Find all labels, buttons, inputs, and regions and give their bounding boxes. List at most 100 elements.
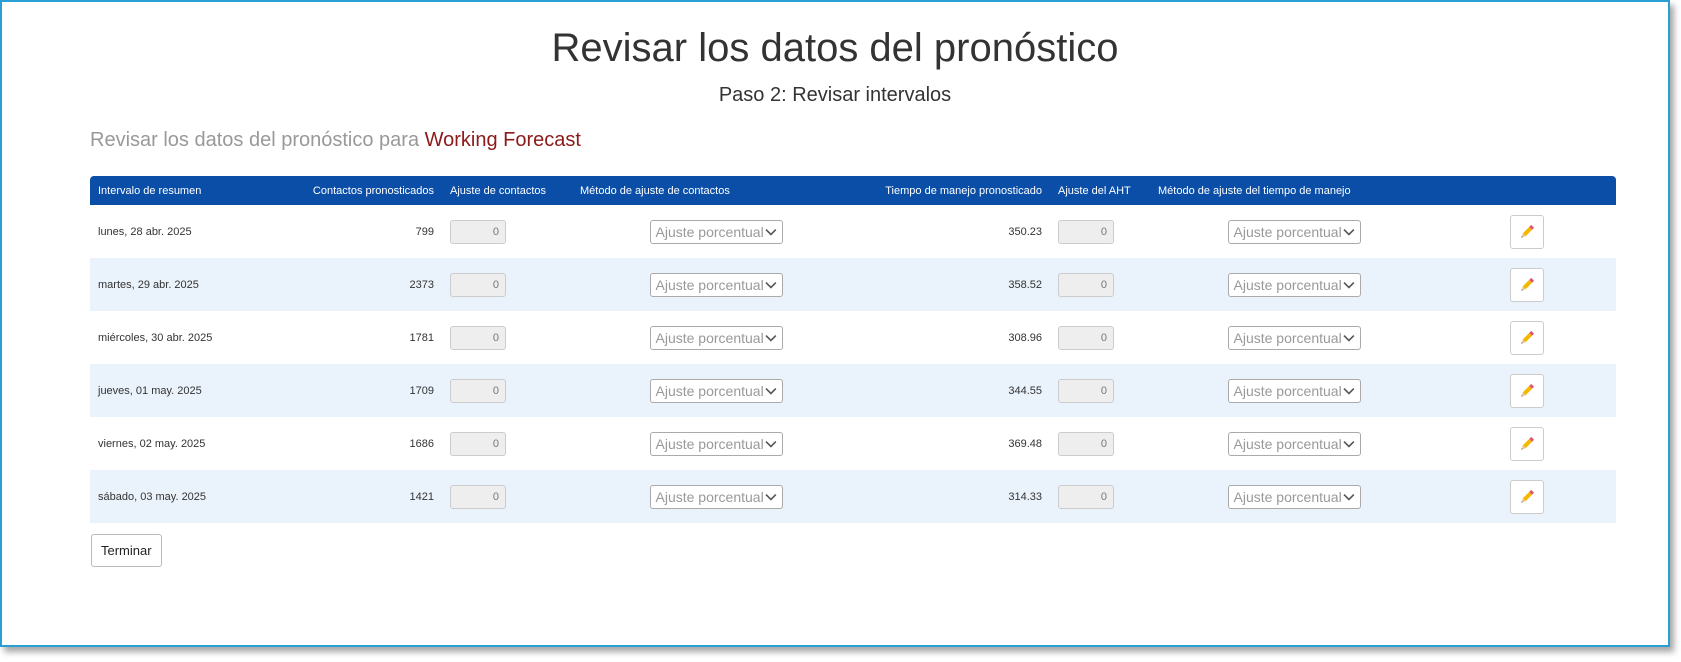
- aht-adjustment-method-select[interactable]: Ajuste porcentual: [1227, 272, 1361, 297]
- contact-adjustment-method-select[interactable]: Ajuste porcentual: [649, 325, 783, 350]
- aht-adjustment-method-select[interactable]: Ajuste porcentual: [1227, 219, 1361, 244]
- contact-adjustment-input[interactable]: [450, 325, 506, 350]
- page-title: Revisar los datos del pronóstico: [551, 26, 1119, 70]
- edit-row-button[interactable]: [1510, 320, 1544, 355]
- contact-adjustment-cell: [442, 258, 572, 311]
- contact-adjustment-method-select[interactable]: Ajuste porcentual: [649, 219, 783, 244]
- forecast-handle-time-cell: 314.33: [860, 470, 1050, 523]
- edit-row-button[interactable]: [1510, 214, 1544, 249]
- contact-adjustment-method-value: Ajuste porcentual: [655, 488, 764, 505]
- table-row: martes, 29 abr. 2025 2373 Ajuste porcent…: [90, 258, 1616, 311]
- aht-adjustment-method-select[interactable]: Ajuste porcentual: [1227, 325, 1361, 350]
- pencil-icon: [1521, 224, 1535, 238]
- contact-adjustment-method-select[interactable]: Ajuste porcentual: [649, 378, 783, 403]
- forecast-contacts-cell: 2373: [298, 258, 442, 311]
- column-header-aht-adjustment-method: Método de ajuste del tiempo de manejo: [1150, 176, 1438, 205]
- edit-row-button[interactable]: [1510, 373, 1544, 408]
- forecast-contacts-cell: 1421: [298, 470, 442, 523]
- chevron-down-icon: [1343, 228, 1355, 236]
- chevron-down-icon: [765, 281, 777, 289]
- aht-method-cell: Ajuste porcentual: [1150, 205, 1438, 258]
- aht-adjustment-input[interactable]: [1058, 325, 1114, 350]
- contact-adjustment-cell: [442, 364, 572, 417]
- aht-adjustment-method-value: Ajuste porcentual: [1233, 382, 1342, 399]
- aht-adjustment-method-value: Ajuste porcentual: [1233, 276, 1342, 293]
- aht-adjustment-method-value: Ajuste porcentual: [1233, 329, 1342, 346]
- column-header-forecast-handle-time: Tiempo de manejo pronosticado: [860, 176, 1050, 205]
- aht-method-cell: Ajuste porcentual: [1150, 258, 1438, 311]
- aht-adjustment-cell: [1050, 311, 1150, 364]
- aht-adjustment-method-select[interactable]: Ajuste porcentual: [1227, 431, 1361, 456]
- aht-adjustment-input[interactable]: [1058, 219, 1114, 244]
- review-heading: Revisar los datos del pronóstico para Wo…: [90, 129, 581, 152]
- interval-cell: jueves, 01 may. 2025: [90, 364, 298, 417]
- column-header-actions: [1438, 176, 1616, 205]
- column-header-aht-adjustment: Ajuste del AHT: [1050, 176, 1150, 205]
- contact-adjustment-method-value: Ajuste porcentual: [655, 435, 764, 452]
- forecast-contacts-cell: 1709: [298, 364, 442, 417]
- contact-adjustment-cell: [442, 311, 572, 364]
- aht-adjustment-method-value: Ajuste porcentual: [1233, 223, 1342, 240]
- chevron-down-icon: [765, 228, 777, 236]
- aht-adjustment-method-select[interactable]: Ajuste porcentual: [1227, 484, 1361, 509]
- table-row: lunes, 28 abr. 2025 799 Ajuste porcentua…: [90, 205, 1616, 258]
- row-actions-cell: [1438, 205, 1616, 258]
- table-row: sábado, 03 may. 2025 1421 Ajuste porcent…: [90, 470, 1616, 523]
- aht-method-cell: Ajuste porcentual: [1150, 364, 1438, 417]
- aht-adjustment-input[interactable]: [1058, 272, 1114, 297]
- finish-button[interactable]: Terminar: [91, 534, 162, 567]
- contact-adjustment-input[interactable]: [450, 378, 506, 403]
- chevron-down-icon: [765, 334, 777, 342]
- aht-method-cell: Ajuste porcentual: [1150, 311, 1438, 364]
- aht-adjustment-cell: [1050, 470, 1150, 523]
- chevron-down-icon: [1343, 281, 1355, 289]
- column-header-contact-adjustment-method: Método de ajuste de contactos: [572, 176, 860, 205]
- contact-adjustment-method-value: Ajuste porcentual: [655, 329, 764, 346]
- aht-method-cell: Ajuste porcentual: [1150, 417, 1438, 470]
- contact-adjustment-method-select[interactable]: Ajuste porcentual: [649, 272, 783, 297]
- edit-row-button[interactable]: [1510, 426, 1544, 461]
- chevron-down-icon: [1343, 493, 1355, 501]
- table-row: viernes, 02 may. 2025 1686 Ajuste porcen…: [90, 417, 1616, 470]
- contact-adjustment-input[interactable]: [450, 484, 506, 509]
- table-body: lunes, 28 abr. 2025 799 Ajuste porcentua…: [90, 205, 1616, 523]
- interval-cell: lunes, 28 abr. 2025: [90, 205, 298, 258]
- contact-adjustment-method-value: Ajuste porcentual: [655, 223, 764, 240]
- aht-adjustment-input[interactable]: [1058, 378, 1114, 403]
- aht-adjustment-cell: [1050, 417, 1150, 470]
- contact-adjustment-cell: [442, 417, 572, 470]
- aht-adjustment-method-select[interactable]: Ajuste porcentual: [1227, 378, 1361, 403]
- interval-cell: miércoles, 30 abr. 2025: [90, 311, 298, 364]
- contact-adjustment-input[interactable]: [450, 272, 506, 297]
- aht-adjustment-cell: [1050, 205, 1150, 258]
- contact-adjustment-input[interactable]: [450, 431, 506, 456]
- contact-method-cell: Ajuste porcentual: [572, 417, 860, 470]
- forecast-intervals-table: Intervalo de resumen Contactos pronostic…: [90, 176, 1616, 523]
- row-actions-cell: [1438, 364, 1616, 417]
- table-header-row: Intervalo de resumen Contactos pronostic…: [90, 176, 1616, 205]
- edit-row-button[interactable]: [1510, 267, 1544, 302]
- row-actions-cell: [1438, 311, 1616, 364]
- forecast-handle-time-cell: 350.23: [860, 205, 1050, 258]
- row-actions-cell: [1438, 470, 1616, 523]
- pencil-icon: [1521, 383, 1535, 397]
- aht-adjustment-input[interactable]: [1058, 484, 1114, 509]
- contact-adjustment-method-select[interactable]: Ajuste porcentual: [649, 484, 783, 509]
- chevron-down-icon: [765, 387, 777, 395]
- aht-adjustment-cell: [1050, 364, 1150, 417]
- edit-row-button[interactable]: [1510, 479, 1544, 514]
- contact-method-cell: Ajuste porcentual: [572, 311, 860, 364]
- column-header-forecast-contacts: Contactos pronosticados: [298, 176, 442, 205]
- contact-adjustment-input[interactable]: [450, 219, 506, 244]
- review-heading-prefix: Revisar los datos del pronóstico para: [90, 129, 420, 151]
- chevron-down-icon: [1343, 440, 1355, 448]
- forecast-contacts-cell: 799: [298, 205, 442, 258]
- table-row: miércoles, 30 abr. 2025 1781 Ajuste porc…: [90, 311, 1616, 364]
- column-header-interval: Intervalo de resumen: [90, 176, 298, 205]
- pencil-icon: [1521, 277, 1535, 291]
- contact-adjustment-method-select[interactable]: Ajuste porcentual: [649, 431, 783, 456]
- chevron-down-icon: [1343, 334, 1355, 342]
- pencil-icon: [1521, 330, 1535, 344]
- aht-adjustment-input[interactable]: [1058, 431, 1114, 456]
- row-actions-cell: [1438, 258, 1616, 311]
